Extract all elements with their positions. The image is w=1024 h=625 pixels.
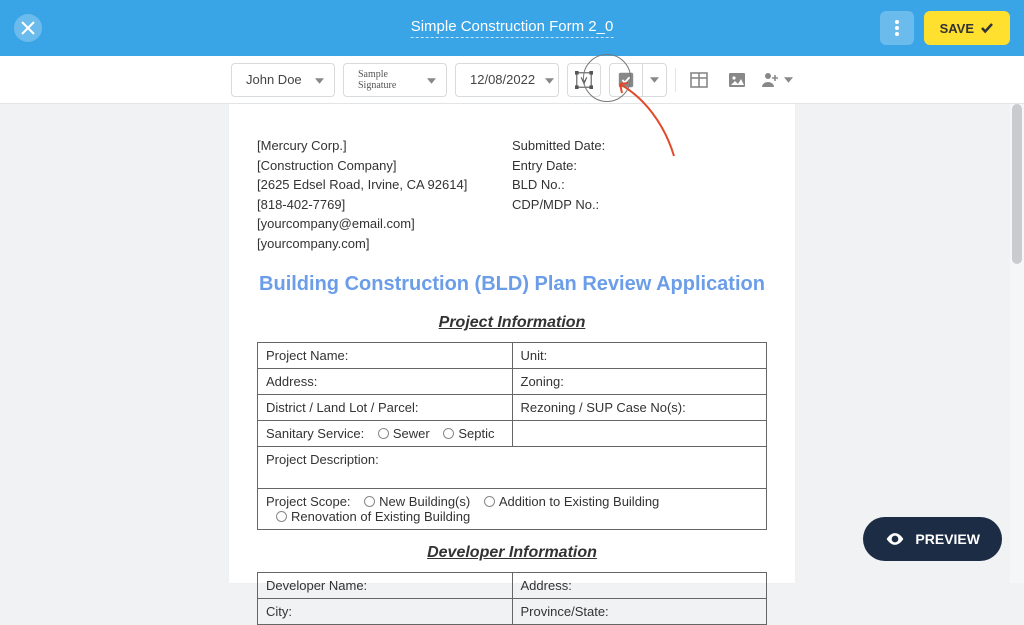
name-dropdown[interactable]: John Doe [231, 63, 335, 97]
project-info-table: Project Name: Unit: Address: Zoning: Dis… [257, 342, 767, 530]
scope-opt-addition[interactable]: Addition to Existing Building [484, 494, 659, 509]
cell-description[interactable]: Project Description: [258, 447, 767, 489]
check-icon [980, 21, 994, 35]
table-icon [689, 70, 709, 90]
person-role-tool[interactable] [760, 70, 793, 90]
preview-label: PREVIEW [915, 531, 980, 547]
text-box-icon [575, 71, 593, 89]
sanitary-opt-sewer[interactable]: Sewer [378, 426, 430, 441]
table-row: District / Land Lot / Parcel: Rezoning /… [258, 395, 767, 421]
text-field-tool[interactable] [567, 63, 601, 97]
company-web: [yourcompany.com] [257, 234, 512, 254]
cell-district[interactable]: District / Land Lot / Parcel: [258, 395, 513, 421]
meta-submitted-date: Submitted Date: [512, 136, 767, 156]
company-email: [yourcompany@email.com] [257, 214, 512, 234]
meta-block: Submitted Date: Entry Date: BLD No.: CDP… [512, 136, 767, 253]
table-row: Project Name: Unit: [258, 343, 767, 369]
topbar: Simple Construction Form 2_0 SAVE [0, 0, 1024, 56]
sanitary-opt-septic[interactable]: Septic [443, 426, 494, 441]
chevron-down-icon [650, 77, 659, 83]
cell-province[interactable]: Province/State: [512, 599, 767, 625]
sanitary-label: Sanitary Service: [266, 426, 364, 441]
section1-heading: Project Information [257, 314, 767, 332]
company-phone: [818-402-7769] [257, 195, 512, 215]
checkbox-icon [617, 71, 635, 89]
chevron-down-icon [784, 77, 793, 83]
checkbox-tool[interactable] [609, 63, 667, 97]
cell-unit[interactable]: Unit: [512, 343, 767, 369]
cell-project-name[interactable]: Project Name: [258, 343, 513, 369]
table-row: Address: Zoning: [258, 369, 767, 395]
company-type: [Construction Company] [257, 156, 512, 176]
scope-label: Project Scope: [266, 494, 351, 509]
table-tool[interactable] [684, 63, 714, 97]
close-button[interactable] [14, 14, 42, 42]
chevron-down-icon [315, 78, 324, 84]
editor-toolbar: John Doe Sample Signature 12/08/2022 [0, 56, 1024, 104]
scrollbar-track[interactable] [1010, 104, 1024, 583]
document-title[interactable]: Simple Construction Form 2_0 [411, 18, 614, 38]
scrollbar-thumb[interactable] [1012, 104, 1022, 264]
table-row: Project Description: [258, 447, 767, 489]
more-menu-button[interactable] [880, 11, 914, 45]
toolbar-divider [675, 68, 676, 92]
scope-opt-new[interactable]: New Building(s) [364, 494, 470, 509]
signature-sample: Sample Signature [358, 69, 417, 91]
table-row: Sanitary Service: Sewer Septic [258, 421, 767, 447]
cell-zoning[interactable]: Zoning: [512, 369, 767, 395]
table-row: Developer Name: Address: [258, 573, 767, 599]
meta-bld-no: BLD No.: [512, 175, 767, 195]
cell-address[interactable]: Address: [258, 369, 513, 395]
cell-developer-address[interactable]: Address: [512, 573, 767, 599]
doc-main-title: Building Construction (BLD) Plan Review … [257, 273, 767, 296]
cell-developer-name[interactable]: Developer Name: [258, 573, 513, 599]
close-icon [21, 21, 35, 35]
eye-icon [885, 529, 905, 549]
meta-entry-date: Entry Date: [512, 156, 767, 176]
section2-heading: Developer Information [257, 544, 767, 562]
meta-cdp-mdp-no: CDP/MDP No.: [512, 195, 767, 215]
cell-scope[interactable]: Project Scope: New Building(s) Addition … [258, 489, 767, 530]
signature-dropdown[interactable]: Sample Signature [343, 63, 447, 97]
save-label: SAVE [940, 21, 974, 36]
date-value: 12/08/2022 [470, 72, 535, 87]
image-tool[interactable] [722, 63, 752, 97]
dots-vertical-icon [895, 20, 899, 36]
person-add-icon [760, 70, 780, 90]
editor-workspace: [Mercury Corp.] [Construction Company] [… [0, 104, 1024, 583]
company-address: [2625 Edsel Road, Irvine, CA 92614] [257, 175, 512, 195]
table-row: City: Province/State: [258, 599, 767, 625]
preview-button[interactable]: PREVIEW [863, 517, 1002, 561]
cell-sanitary-blank[interactable] [512, 421, 767, 447]
image-icon [727, 70, 747, 90]
developer-info-table: Developer Name: Address: City: Province/… [257, 572, 767, 625]
chevron-down-icon [545, 78, 554, 84]
checkbox-tool-caret[interactable] [643, 63, 667, 97]
cell-rezoning[interactable]: Rezoning / SUP Case No(s): [512, 395, 767, 421]
date-dropdown[interactable]: 12/08/2022 [455, 63, 559, 97]
document-page[interactable]: [Mercury Corp.] [Construction Company] [… [229, 104, 795, 583]
name-value: John Doe [246, 72, 302, 87]
scope-opt-renovation[interactable]: Renovation of Existing Building [276, 509, 470, 524]
save-button[interactable]: SAVE [924, 11, 1010, 45]
company-block: [Mercury Corp.] [Construction Company] [… [257, 136, 512, 253]
cell-sanitary[interactable]: Sanitary Service: Sewer Septic [258, 421, 513, 447]
company-name: [Mercury Corp.] [257, 136, 512, 156]
table-row: Project Scope: New Building(s) Addition … [258, 489, 767, 530]
cell-city[interactable]: City: [258, 599, 513, 625]
chevron-down-icon [427, 78, 436, 84]
